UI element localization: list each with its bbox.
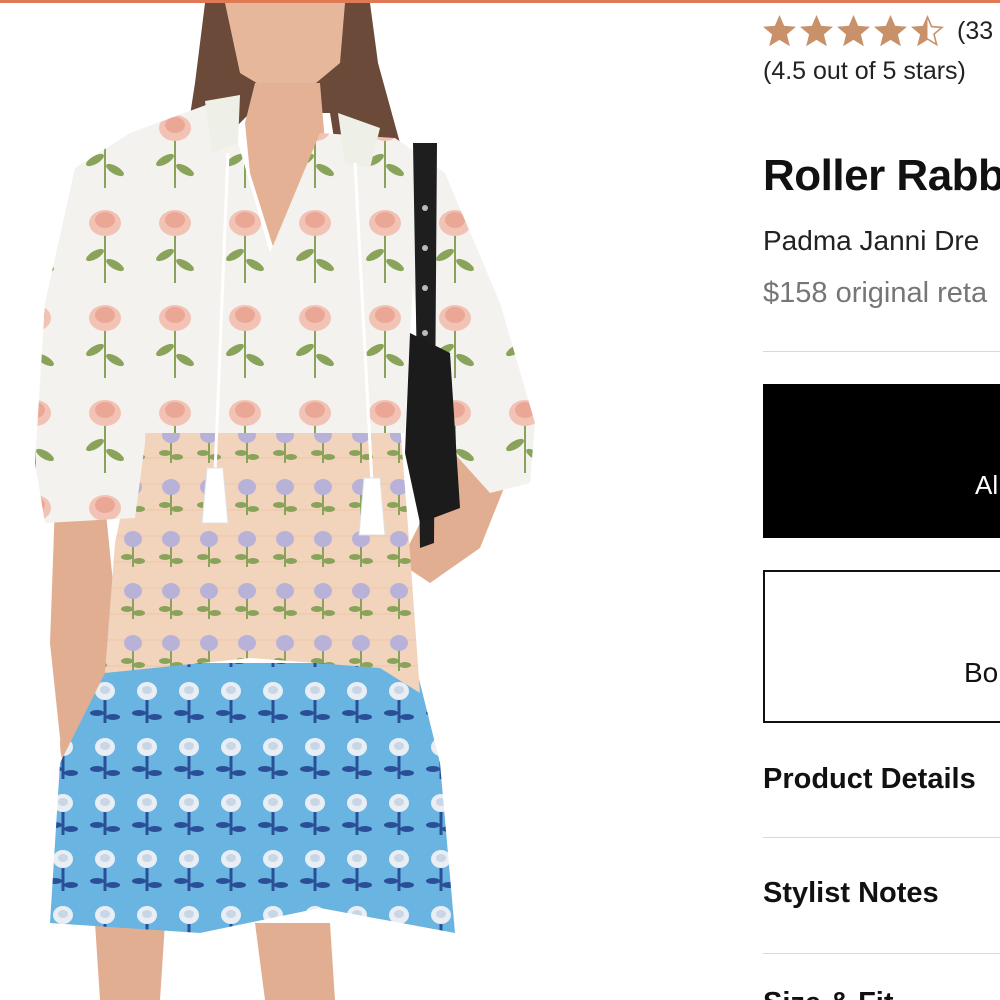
- star-full-icon: [837, 14, 870, 48]
- divider: [763, 953, 1000, 954]
- accordion-size-fit[interactable]: Size & Fit: [763, 987, 1000, 1000]
- secondary-action-button[interactable]: Bo: [763, 570, 1000, 723]
- accordion-label: Size & Fit: [763, 987, 894, 1000]
- retail-price: $158 original reta: [763, 277, 988, 309]
- divider: [763, 351, 1000, 352]
- star-full-icon: [763, 14, 796, 48]
- star-full-icon: [874, 14, 907, 48]
- brand-name[interactable]: Roller Rabb: [763, 151, 1000, 201]
- accordion-stylist-notes[interactable]: Stylist Notes: [763, 877, 1000, 937]
- product-image[interactable]: [0, 3, 720, 1000]
- accordion-label: Stylist Notes: [763, 877, 939, 909]
- accordion-label: Product Details: [763, 763, 976, 795]
- primary-action-button[interactable]: Al: [763, 384, 1000, 538]
- star-half-icon: [911, 14, 944, 48]
- star-rating: [763, 14, 944, 48]
- product-page: (33 (4.5 out of 5 stars) Roller Rabb Pad…: [0, 0, 1000, 1000]
- product-details-panel: (33 (4.5 out of 5 stars) Roller Rabb Pad…: [763, 3, 1000, 1000]
- review-count[interactable]: (33: [957, 17, 993, 46]
- product-name: Padma Janni Dre: [763, 225, 980, 256]
- secondary-action-label: Bo: [964, 657, 999, 688]
- rating-summary: (4.5 out of 5 stars): [763, 57, 966, 85]
- rating-row[interactable]: (33: [763, 11, 993, 51]
- primary-action-label: Al: [975, 470, 999, 500]
- star-full-icon: [800, 14, 833, 48]
- product-photo: [0, 3, 720, 1000]
- divider: [763, 837, 1000, 838]
- accordion-product-details[interactable]: Product Details: [763, 763, 1000, 823]
